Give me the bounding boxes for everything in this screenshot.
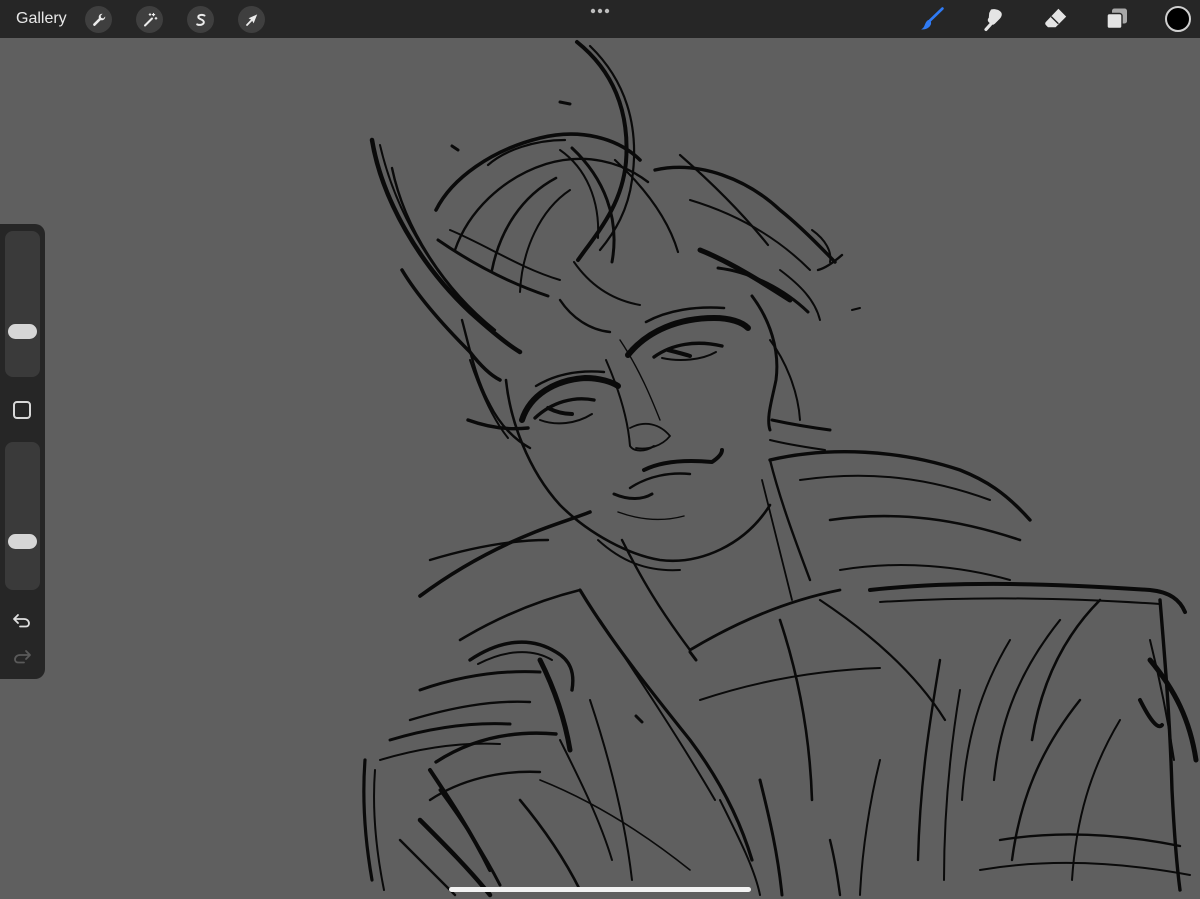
modify-button[interactable] — [13, 401, 31, 419]
selection-s-icon — [195, 13, 205, 26]
brush-size-slider[interactable] — [5, 231, 40, 377]
left-sidebar — [0, 224, 45, 679]
color-swatch-button[interactable] — [1165, 6, 1191, 32]
eraser-icon — [1045, 8, 1067, 28]
opacity-thumb[interactable] — [8, 533, 37, 549]
transform-button[interactable] — [238, 6, 265, 33]
undo-button[interactable] — [10, 610, 34, 630]
more-dots-icon — [590, 8, 610, 14]
arrow-cursor-icon — [245, 13, 257, 26]
opacity-slider[interactable] — [5, 442, 40, 590]
magic-wand-icon — [143, 12, 157, 26]
gallery-button[interactable]: Gallery — [16, 9, 67, 29]
brush-size-thumb[interactable] — [8, 324, 37, 339]
procreate-app: Gallery — [0, 0, 1200, 899]
wrench-icon — [92, 13, 105, 26]
sketch-drawing — [362, 40, 1199, 898]
home-indicator[interactable] — [449, 887, 751, 892]
drawing-canvas[interactable] — [0, 38, 1200, 899]
undo-icon — [13, 614, 30, 628]
smudge-icon — [984, 9, 1002, 31]
smudge-tool-button[interactable] — [980, 5, 1008, 33]
adjustments-button[interactable] — [136, 6, 163, 33]
brush-tool-button[interactable] — [918, 5, 946, 33]
eraser-tool-button[interactable] — [1042, 5, 1070, 33]
top-toolbar: Gallery — [0, 0, 1200, 38]
more-options-button[interactable] — [588, 4, 612, 18]
redo-icon — [14, 650, 31, 664]
layers-tool-button[interactable] — [1103, 5, 1131, 33]
selection-button[interactable] — [187, 6, 214, 33]
redo-button[interactable] — [10, 646, 34, 666]
layers-icon — [1106, 8, 1127, 30]
actions-button[interactable] — [85, 6, 112, 33]
brush-icon — [921, 7, 944, 30]
